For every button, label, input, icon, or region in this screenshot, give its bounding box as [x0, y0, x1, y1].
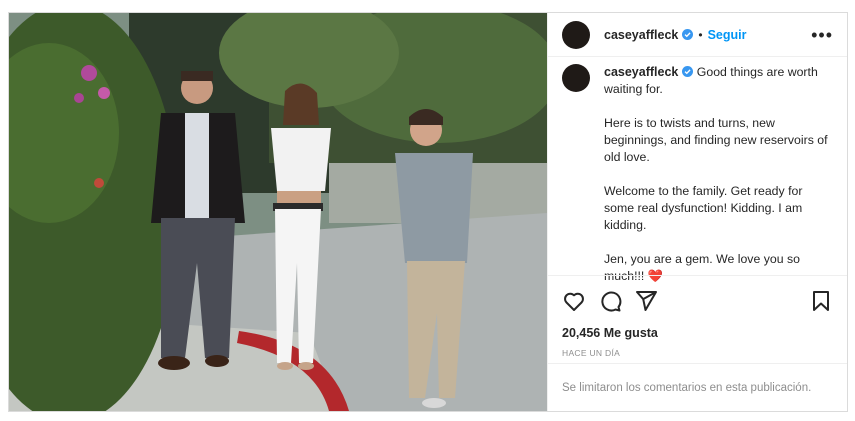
likes-count[interactable]: 20,456 Me gusta: [562, 326, 833, 340]
avatar[interactable]: [562, 20, 590, 49]
caption-username[interactable]: caseyaffleck: [604, 65, 678, 79]
more-options-icon[interactable]: •••: [811, 26, 833, 44]
comments-disabled-notice: Se limitaron los comentarios en esta pub…: [548, 363, 847, 411]
verified-badge-icon: [682, 29, 694, 40]
post-photo[interactable]: [9, 13, 547, 411]
verified-badge-icon: [682, 66, 694, 77]
username[interactable]: caseyaffleck: [604, 28, 678, 42]
heart-icon[interactable]: [562, 289, 586, 313]
post-header: caseyaffleck • Seguir •••: [548, 13, 847, 57]
share-icon[interactable]: [634, 289, 658, 313]
comment-icon[interactable]: [598, 289, 622, 313]
caption-text: caseyaffleck Good things are worth waiti…: [604, 64, 832, 283]
post-side-panel: caseyaffleck • Seguir ••• caseyaffleck G…: [547, 13, 847, 411]
avatar[interactable]: [562, 64, 590, 92]
caption-paragraph-2: Here is to twists and turns, new beginni…: [604, 116, 828, 164]
instagram-post: caseyaffleck • Seguir ••• caseyaffleck G…: [8, 12, 848, 412]
action-icons: [562, 288, 833, 314]
caption-block: caseyaffleck Good things are worth waiti…: [548, 58, 847, 283]
separator-dot: •: [698, 27, 703, 42]
follow-button[interactable]: Seguir: [708, 28, 747, 42]
bookmark-icon[interactable]: [809, 289, 833, 313]
caption-paragraph-3: Welcome to the family. Get ready for som…: [604, 184, 803, 232]
post-timestamp[interactable]: Hace un día: [562, 348, 833, 358]
